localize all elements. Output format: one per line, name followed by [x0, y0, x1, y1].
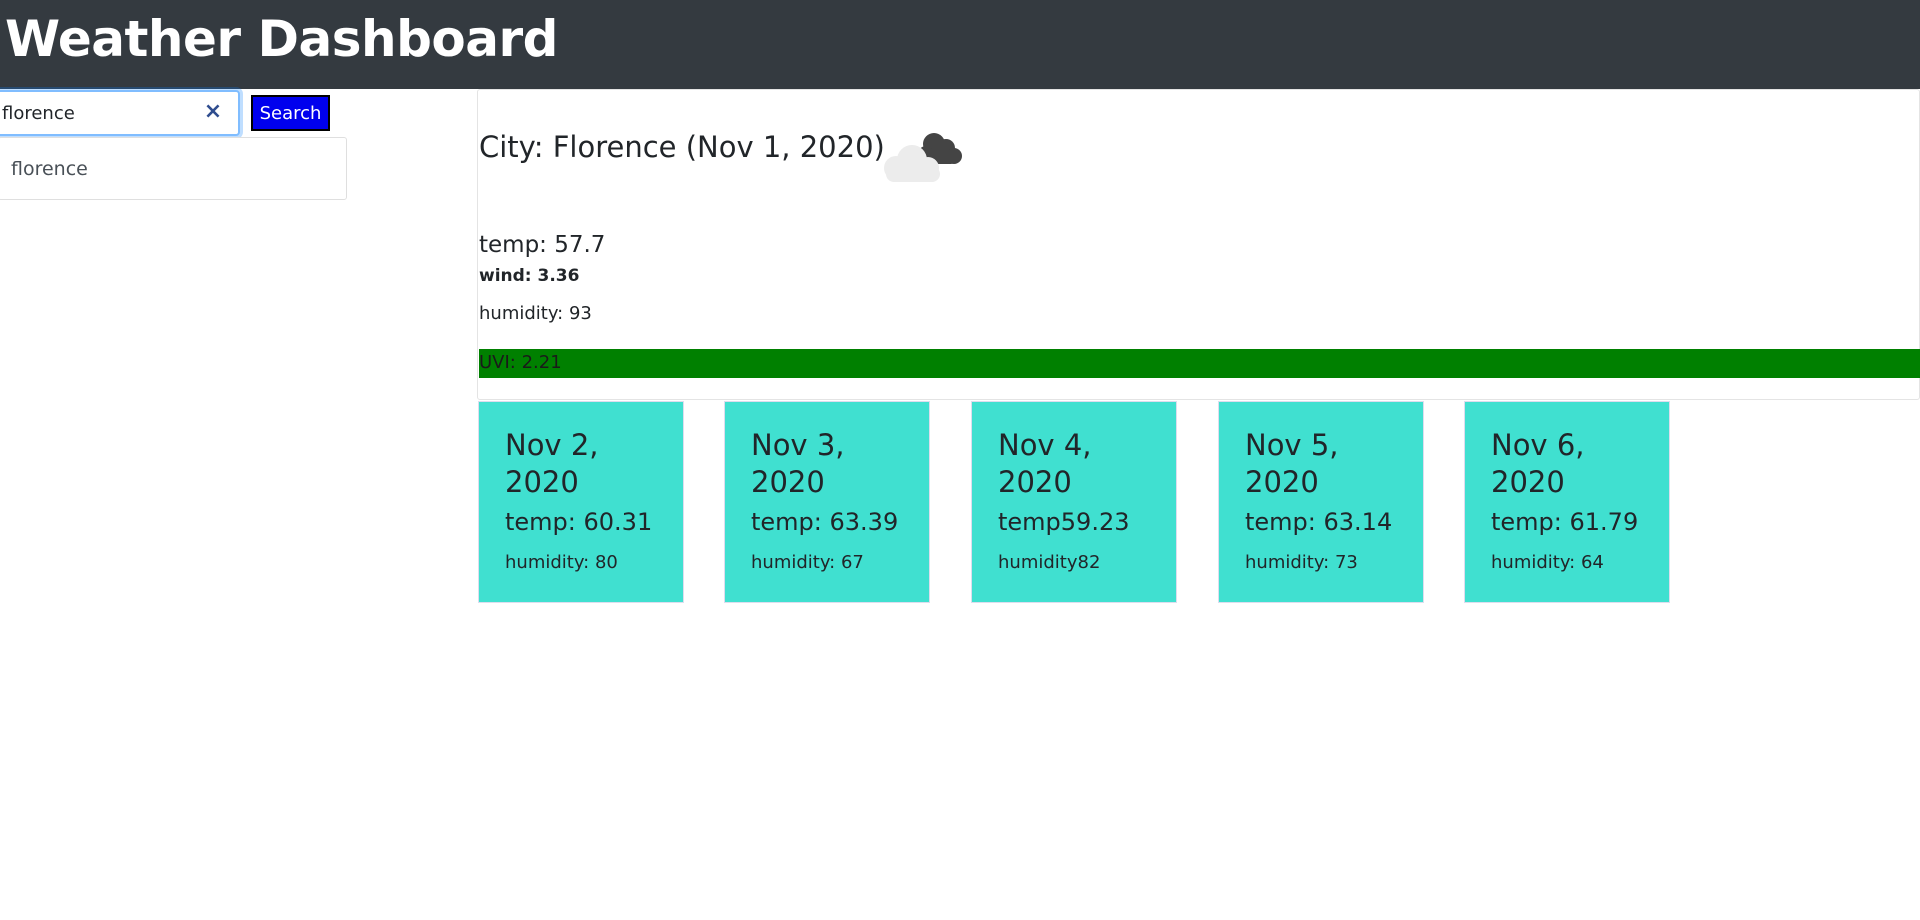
history-item[interactable]: florence [11, 158, 88, 180]
forecast-humidity: humidity: 73 [1245, 552, 1358, 573]
search-button[interactable]: Search [251, 95, 330, 131]
forecast-humidity: humidity: 67 [751, 552, 864, 573]
forecast-temp: temp: 63.14 [1245, 508, 1393, 536]
forecast-card: Nov 6, 2020 temp: 61.79 humidity: 64 [1464, 401, 1670, 603]
navbar: Weather Dashboard [0, 0, 1920, 89]
search-history: florence [0, 137, 347, 200]
forecast-date: Nov 2, 2020 [505, 428, 599, 499]
forecast-humidity: humidity: 64 [1491, 552, 1604, 573]
page-title: Weather Dashboard [5, 10, 558, 68]
forecast-humidity: humidity: 80 [505, 552, 618, 573]
forecast-card: Nov 2, 2020 temp: 60.31 humidity: 80 [478, 401, 684, 603]
current-temp: temp: 57.7 [479, 232, 606, 258]
current-city-heading: City: Florence (Nov 1, 2020) [479, 130, 885, 164]
forecast-card: Nov 5, 2020 temp: 63.14 humidity: 73 [1218, 401, 1424, 603]
forecast-date: Nov 3, 2020 [751, 428, 845, 499]
forecast-temp: temp: 61.79 [1491, 508, 1639, 536]
current-wind: wind: 3.36 [479, 266, 580, 286]
forecast-card: Nov 4, 2020 temp59.23 humidity82 [971, 401, 1177, 603]
search-field[interactable]: × [0, 90, 240, 136]
broken-clouds-icon [884, 133, 962, 182]
forecast-date: Nov 4, 2020 [998, 428, 1092, 499]
clear-icon[interactable]: × [202, 101, 224, 123]
forecast-date: Nov 5, 2020 [1245, 428, 1339, 499]
uvi-label: UVI: 2.21 [479, 352, 562, 373]
forecast-card: Nov 3, 2020 temp: 63.39 humidity: 67 [724, 401, 930, 603]
search-input[interactable] [2, 92, 192, 134]
forecast-humidity: humidity82 [998, 552, 1101, 573]
current-weather-panel: City: Florence (Nov 1, 2020) temp: 57.7 … [477, 89, 1920, 400]
forecast-temp: temp59.23 [998, 508, 1130, 536]
forecast-temp: temp: 63.39 [751, 508, 899, 536]
forecast-date: Nov 6, 2020 [1491, 428, 1585, 499]
current-humidity: humidity: 93 [479, 303, 592, 324]
forecast-temp: temp: 60.31 [505, 508, 653, 536]
uvi-badge: UVI: 2.21 [479, 349, 1920, 378]
